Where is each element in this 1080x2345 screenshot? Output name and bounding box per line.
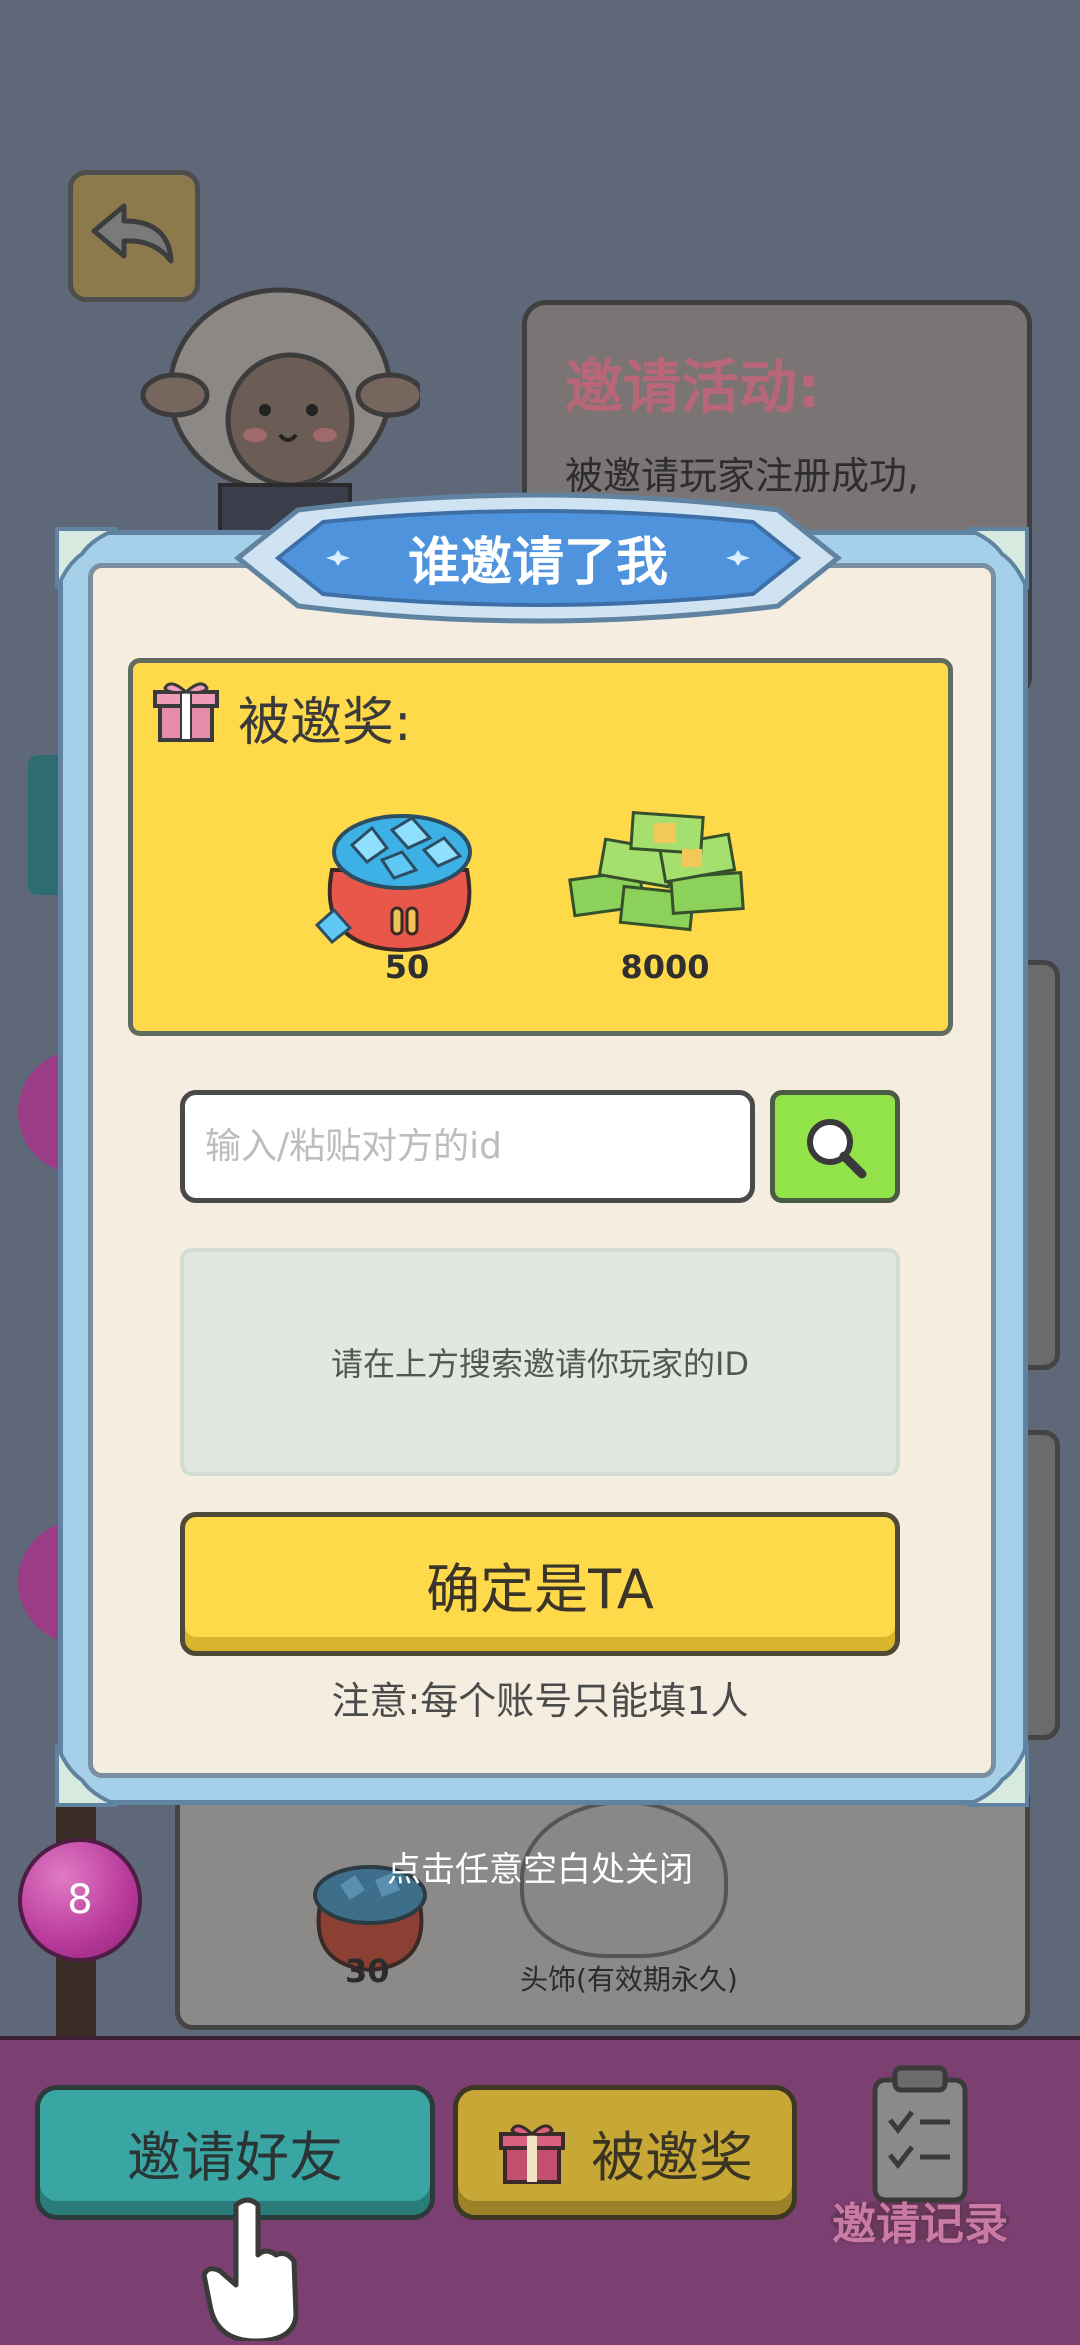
back-arrow-icon bbox=[91, 203, 174, 264]
cash-stack-icon bbox=[568, 811, 745, 932]
close-hint[interactable]: 点击任意空白处关闭 bbox=[0, 1842, 1080, 1891]
invited-reward-label: 被邀奖 bbox=[591, 2126, 753, 2189]
gift-icon bbox=[499, 2123, 565, 2184]
dialog-title: 谁邀请了我 bbox=[407, 533, 668, 593]
tier-item-label: 头饰(有效期永久) bbox=[520, 1963, 738, 1996]
confirm-button[interactable]: 确定是TA bbox=[180, 1512, 900, 1656]
event-title: 邀请活动: bbox=[565, 353, 821, 421]
invite-friends-label: 邀请好友 bbox=[127, 2126, 343, 2189]
search-result-area: 请在上方搜索邀请你玩家的ID bbox=[180, 1248, 900, 1476]
search-button[interactable] bbox=[770, 1090, 900, 1203]
corner-ornament-icon bbox=[55, 1744, 118, 1807]
corner-ornament-icon bbox=[966, 527, 1029, 590]
reward-value: 50 bbox=[384, 948, 430, 986]
reward-value: 8000 bbox=[620, 948, 710, 986]
invited-reward-button[interactable]: 被邀奖 bbox=[453, 2085, 797, 2220]
search-icon bbox=[807, 1118, 867, 1178]
corner-ornament-icon bbox=[966, 1744, 1029, 1807]
result-hint: 请在上方搜索邀请你玩家的ID bbox=[330, 1345, 750, 1383]
corner-ornament-icon bbox=[55, 527, 118, 590]
confirm-label: 确定是TA bbox=[426, 1557, 654, 1621]
gift-icon bbox=[153, 682, 219, 742]
reward-title: 被邀奖: bbox=[238, 693, 412, 753]
note-text: 注意:每个账号只能填1人 bbox=[331, 1679, 749, 1723]
diamond-bag-icon bbox=[314, 814, 472, 953]
pointing-hand-icon bbox=[201, 2197, 299, 2341]
invite-id-input[interactable] bbox=[180, 1090, 755, 1203]
invite-record-label[interactable]: 邀请记录 bbox=[820, 2188, 1020, 2252]
tier-item-value: 30 bbox=[345, 1952, 390, 1990]
